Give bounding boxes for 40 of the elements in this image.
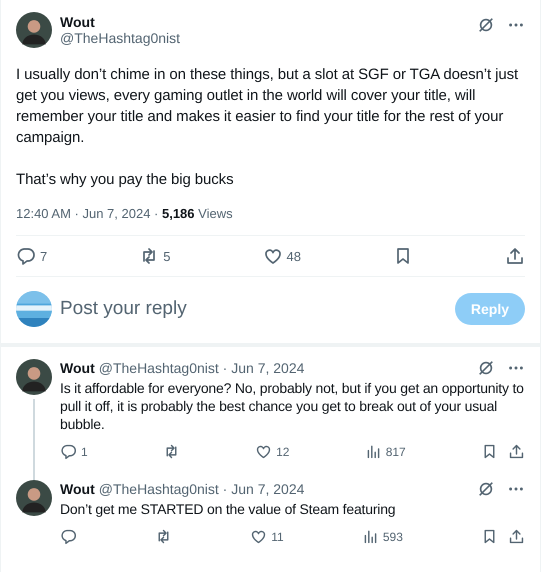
slashed-circle-icon[interactable] — [477, 359, 495, 377]
avatar-icon[interactable] — [16, 480, 52, 516]
author-byline: @TheHashtag0nist · Jun 7, 2024 — [98, 360, 304, 376]
reply-icon — [16, 246, 36, 266]
author-name[interactable]: Wout — [60, 14, 469, 30]
repost-button[interactable]: 5 — [139, 246, 170, 266]
like-button[interactable]: 12 — [255, 443, 290, 460]
reply-input-field[interactable]: Post your reply — [60, 298, 447, 320]
reply-text: Is it affordable for everyone? No, probably not, but if you get an opportunity to pull it off, it is probably the best chance you get to break out of your usual bubble. — [60, 379, 525, 433]
post-text: That’s why you pay the big bucks — [16, 170, 234, 190]
author-handle[interactable]: @TheHashtag0nist — [60, 30, 469, 46]
author-name[interactable]: Wout — [60, 360, 95, 376]
avatar-icon[interactable] — [16, 359, 52, 395]
reply-icon — [60, 528, 77, 545]
reply-button[interactable]: 1 — [60, 443, 88, 460]
views-icon — [364, 443, 382, 460]
share-button[interactable] — [508, 443, 525, 460]
slashed-circle-icon[interactable] — [477, 16, 495, 34]
views-button[interactable]: 593 — [362, 528, 403, 545]
views-button[interactable]: 817 — [364, 443, 406, 460]
like-button[interactable]: 48 — [262, 246, 301, 266]
reply-button[interactable]: 7 — [16, 246, 48, 266]
author-byline: @TheHashtag0nist · Jun 7, 2024 — [98, 481, 304, 497]
views-icon — [362, 528, 379, 545]
reply-button[interactable] — [60, 528, 77, 545]
author-name[interactable]: Wout — [60, 481, 95, 497]
reply-text: Don’t get me STARTED on the value of Steam featuring — [60, 500, 396, 518]
share-button[interactable] — [505, 246, 525, 266]
reply-icon — [60, 443, 77, 460]
share-icon — [508, 443, 525, 460]
share-icon — [508, 528, 525, 545]
like-button[interactable]: 11 — [250, 528, 284, 545]
share-button[interactable] — [508, 528, 525, 545]
post-meta: 12:40 AM · Jun 7, 2024 · 5,186 Views — [16, 206, 234, 221]
avatar-icon[interactable] — [16, 12, 52, 48]
like-icon — [250, 528, 268, 545]
slashed-circle-icon[interactable] — [477, 480, 495, 498]
share-icon — [505, 246, 525, 266]
post-text: I usually don’t chime in on these things, but a slot at SGF or TGA doesn’t just get you views, every gaming outlet in the world will cover your title, will remember your title and makes it easier to find your title for the rest of your campaign. — [16, 65, 520, 148]
like-icon — [255, 443, 272, 460]
